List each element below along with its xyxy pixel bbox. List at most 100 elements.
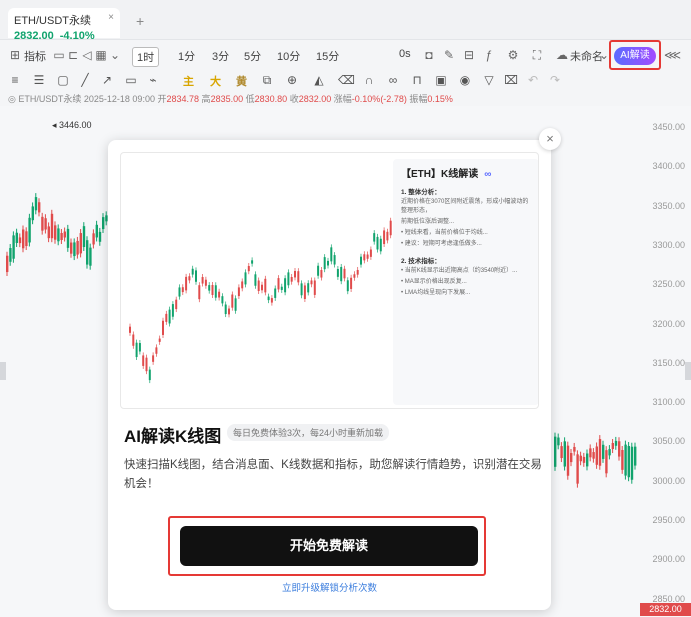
filter-icon[interactable]: ▽ — [482, 73, 496, 87]
trend-icon[interactable]: ↗ — [100, 73, 114, 87]
undo-icon[interactable]: ↶ — [526, 73, 540, 87]
candle-body — [22, 229, 25, 249]
color-huang[interactable]: 黄 — [236, 73, 247, 89]
candle-body — [28, 217, 31, 243]
price-axis[interactable]: 3450.00 3400.00 3350.00 3300.00 3250.00 3200.… — [640, 106, 691, 617]
fx-icon[interactable]: ƒ — [482, 48, 496, 62]
preview-candle-body — [214, 285, 217, 298]
price-tick: 3100.00 — [652, 397, 685, 408]
candle-type-icon[interactable]: ⊟ — [462, 48, 476, 62]
list-icon[interactable]: ☰ — [32, 73, 46, 87]
preview-candle-body — [198, 285, 201, 300]
menu-icon[interactable]: ≡ — [8, 73, 22, 87]
add-tab-icon[interactable]: + — [136, 13, 144, 29]
cloud-icon[interactable]: ☁ — [555, 48, 569, 62]
preview-candle-body — [152, 355, 155, 362]
preview-candle-body — [343, 268, 346, 279]
tab-close-icon[interactable]: × — [108, 12, 114, 23]
change-label: 涨幅 — [333, 94, 352, 104]
eraser-icon[interactable]: ⌫ — [338, 73, 355, 87]
preview-candle-body — [300, 283, 303, 296]
interval-1m[interactable]: 1分 — [178, 48, 195, 64]
grid-icon[interactable]: ⊞ — [8, 48, 22, 62]
layout-icon[interactable]: ▦ — [94, 48, 108, 62]
copy-icon[interactable]: ⧉ — [260, 73, 274, 87]
interval-3m[interactable]: 3分 — [212, 48, 229, 64]
upgrade-link[interactable]: 立即升级解锁分析次数 — [0, 580, 659, 594]
compare-icon[interactable]: ⊏ — [66, 48, 80, 62]
candle-body — [50, 213, 54, 239]
color-zhu[interactable]: 主 — [183, 73, 194, 89]
preview-line: 近期价格在3070区间附近震荡，形成小幅波动的整理形态， — [401, 199, 529, 214]
eye-icon[interactable]: ◉ — [458, 73, 472, 87]
box-icon[interactable]: ▭ — [124, 73, 138, 87]
stack-icon[interactable]: ⊕ — [285, 73, 299, 87]
candle-body — [12, 235, 15, 259]
candle-body — [554, 436, 557, 467]
price-tick: 3400.00 — [652, 161, 685, 172]
camera-icon[interactable]: ◘ — [422, 48, 436, 62]
candle-body — [70, 242, 73, 254]
ai-interpret-button[interactable]: AI解读 — [614, 47, 656, 65]
zero-seconds[interactable]: 0s — [399, 48, 411, 60]
lock-icon[interactable]: ⊓ — [410, 73, 424, 87]
preview-candle-body — [366, 254, 369, 259]
fullscreen-icon[interactable]: ⛶ — [530, 48, 544, 62]
close-value: 2832.00 — [298, 94, 332, 104]
price-tick: 3200.00 — [652, 318, 685, 329]
settings-icon[interactable]: ⚙ — [506, 48, 520, 62]
candle-body — [602, 444, 605, 459]
brush-icon[interactable]: ⌁ — [146, 73, 160, 87]
preview-candle-body — [323, 257, 326, 270]
chain-icon[interactable]: ∞ — [386, 73, 400, 87]
interval-10m[interactable]: 10分 — [277, 48, 300, 64]
preview-candle-body — [247, 265, 250, 272]
trash-icon[interactable]: ⌧ — [504, 73, 518, 87]
pen-icon[interactable]: ✎ — [442, 48, 456, 62]
eye-toggle-icon[interactable]: ◎ — [8, 94, 18, 104]
preview-candle-body — [178, 287, 181, 297]
line-icon[interactable]: ╱ — [78, 73, 92, 87]
chevron-down-icon[interactable]: ⌄ — [108, 48, 122, 62]
symbol-tab[interactable]: ETH/USDT永续 2832.00 -4.10% × — [8, 8, 120, 42]
replay-icon[interactable]: ◁ — [80, 48, 94, 62]
candle-body — [41, 216, 44, 231]
preview-candle-body — [274, 288, 277, 298]
right-collapse-handle[interactable] — [685, 362, 691, 380]
preview-candle-body — [175, 299, 178, 310]
candle-body — [576, 454, 579, 484]
preview-candle-body — [336, 269, 339, 277]
share-icon[interactable]: ⋘ — [664, 48, 681, 62]
preview-candle-body — [145, 357, 148, 372]
candle-body — [573, 446, 576, 452]
template-icon[interactable]: ▭ — [52, 48, 66, 62]
interval-select[interactable]: 1时 — [132, 47, 160, 67]
indicator-button[interactable]: 指标 — [24, 48, 46, 64]
preview-candle-body — [340, 266, 343, 282]
candle-body — [92, 233, 95, 245]
marker-icon[interactable]: ◭ — [312, 73, 326, 87]
candle-body — [592, 452, 595, 459]
magnet-icon[interactable]: ∩ — [362, 73, 376, 87]
image-icon[interactable]: ▣ — [434, 73, 448, 87]
redo-icon[interactable]: ↷ — [548, 73, 562, 87]
rect-icon[interactable]: ▢ — [56, 73, 70, 87]
preview-candle-body — [360, 256, 362, 265]
low-value: 2830.80 — [254, 94, 288, 104]
preview-candle-body — [208, 285, 211, 291]
interval-5m[interactable]: 5分 — [244, 48, 261, 64]
preview-candle-body — [330, 247, 333, 262]
price-tick: 3050.00 — [652, 436, 685, 447]
start-free-interpret-button[interactable]: 开始免费解读 — [180, 526, 478, 566]
interval-15m[interactable]: 15分 — [316, 48, 339, 64]
preview-candle-body — [280, 286, 283, 290]
color-da[interactable]: 大 — [210, 73, 221, 89]
preview-candle-body — [188, 276, 191, 281]
left-collapse-handle[interactable] — [0, 362, 6, 380]
candle-body — [60, 233, 63, 241]
candle-body — [95, 224, 98, 238]
high-marker-label: ◂ 3446.00 — [52, 120, 92, 130]
preview-candle-body — [211, 285, 214, 295]
close-icon[interactable]: × — [539, 128, 561, 150]
preview-candle-body — [195, 270, 197, 282]
